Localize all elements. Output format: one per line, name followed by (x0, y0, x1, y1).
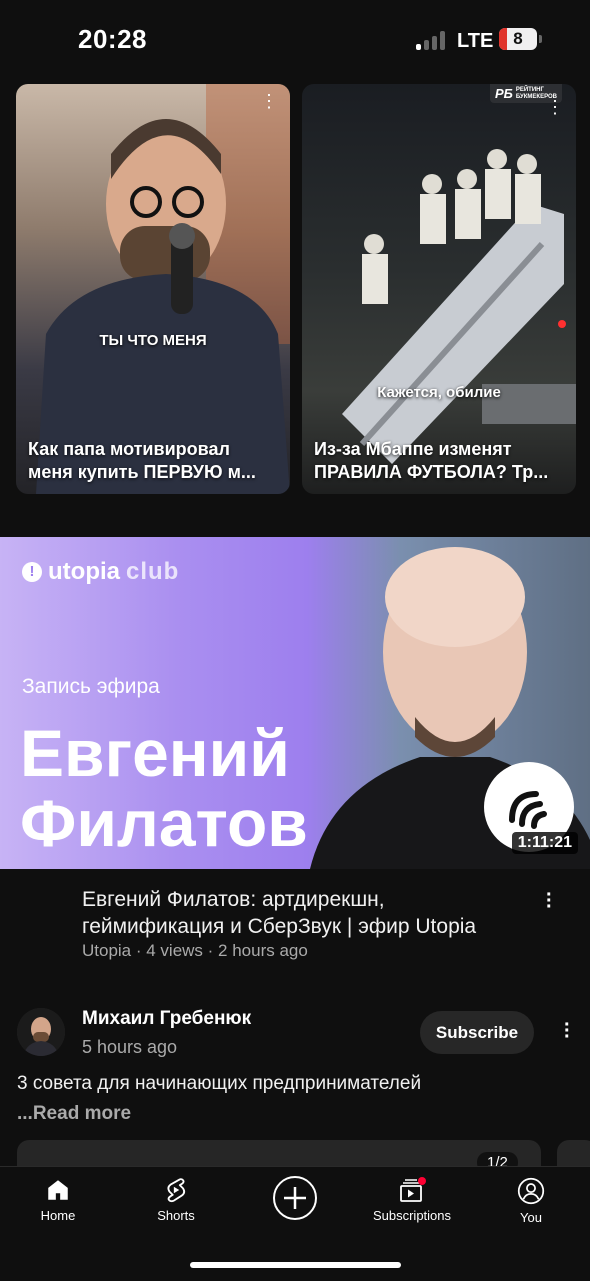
nav-subscriptions[interactable]: Subscriptions (362, 1177, 462, 1223)
home-indicator[interactable] (190, 1262, 401, 1268)
avatar[interactable] (17, 1008, 65, 1056)
thumbnail-title-line2: Филатов (20, 786, 308, 860)
short-1-thumbnail (36, 84, 290, 494)
video-thumbnail[interactable]: ! utopia club Запись эфира Евгений Филат… (0, 537, 590, 869)
subscriptions-icon (400, 1177, 426, 1202)
short-2-title: Из-за Мбаппе изменят ПРАВИЛА ФУТБОЛА? Тр… (314, 439, 549, 482)
short-1-caption: ТЫ ЧТО МЕНЯ (99, 332, 207, 349)
home-icon (48, 1180, 68, 1200)
status-time: 20:28 (78, 24, 147, 54)
thumbnail-title-line1: Евгений (20, 716, 290, 790)
shorts-icon (167, 1178, 186, 1203)
video-more-icon[interactable]: · · · (546, 885, 553, 917)
post-time: 5 hours ago (82, 1037, 178, 1057)
short-1-title: Как папа мотивировал меня купить ПЕРВУЮ … (28, 439, 256, 482)
short-2-more-icon[interactable]: ⋮ (546, 98, 564, 116)
short-card-2[interactable]: РБ РЕЙТИНГ БУКМЕКЕРОВ Кажется, обилие ⋮ … (302, 84, 576, 494)
video-meta: Utopia · 4 views · 2 hours ago (82, 941, 308, 960)
subscribe-button[interactable]: Subscribe (420, 1011, 534, 1054)
battery-nub (539, 35, 542, 43)
nav-home[interactable]: Home (8, 1177, 108, 1223)
account-icon (517, 1177, 545, 1205)
thumbnail-subtitle: Запись эфира (22, 675, 160, 698)
nav-shorts-label: Shorts (157, 1208, 195, 1223)
plus-icon (273, 1176, 317, 1220)
video-title[interactable]: Евгений Филатов: артдирекшн, геймификаци… (82, 886, 522, 940)
nav-home-label: Home (40, 1208, 76, 1223)
nav-shorts[interactable]: Shorts (126, 1177, 226, 1223)
short-card-1[interactable]: ТЫ ЧТО МЕНЯ ⋮ Как папа мотивировал меня … (16, 84, 290, 494)
nav-you-label: You (520, 1210, 542, 1225)
short-1-more-icon[interactable]: ⋮ (260, 92, 278, 110)
post-text: 3 совета для начинающих предпринимателей (17, 1073, 422, 1094)
video-duration: 1:11:21 (511, 832, 578, 854)
nav-subscriptions-label: Subscriptions (372, 1208, 452, 1223)
short-2-caption: Кажется, обилие (377, 384, 501, 401)
status-bar: 20:28 LTE 8 (0, 0, 590, 80)
utopia-logo: ! utopia club (22, 558, 179, 586)
create-button[interactable] (245, 1175, 345, 1226)
battery-icon: 8 (499, 28, 537, 50)
signal-icon (416, 30, 448, 50)
battery-level: 8 (513, 29, 523, 48)
short-2-thumbnail (342, 149, 576, 464)
post-more-icon[interactable]: · · · (564, 1015, 571, 1047)
network-type: LTE (457, 30, 494, 52)
read-more-link[interactable]: ...Read more (17, 1103, 131, 1125)
nav-you[interactable]: You (481, 1177, 581, 1225)
post-author[interactable]: Михаил Гребенюк (82, 1008, 251, 1030)
